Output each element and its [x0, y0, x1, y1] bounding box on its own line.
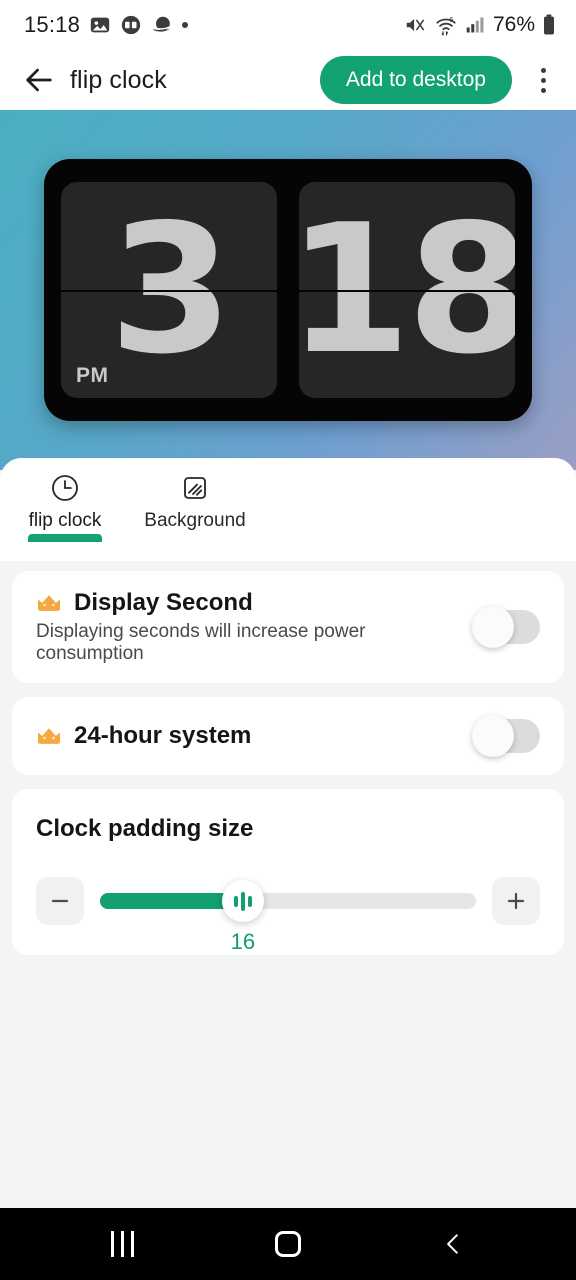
battery-percent-label: 76%: [492, 13, 535, 36]
toggle-knob: [472, 715, 514, 757]
sheet-spacer: [0, 955, 576, 1208]
setting-card-24-hour-system: 24-hour system: [12, 697, 564, 775]
status-bar: 15:18 6 76%: [0, 0, 576, 50]
saturn-icon: [151, 14, 173, 36]
setting-title: Display Second: [74, 589, 253, 616]
nav-back-button[interactable]: [418, 1218, 488, 1270]
tab-active-indicator: [28, 534, 102, 542]
app-header: flip clock Add to desktop: [0, 50, 576, 110]
setting-subtitle: Displaying seconds will increase power c…: [36, 621, 366, 664]
slider-wrap[interactable]: 16: [100, 877, 476, 954]
crown-icon: [36, 725, 62, 747]
battery-icon: [542, 14, 556, 36]
image-icon: [89, 14, 111, 36]
widget-preview-area: 3 PM 18: [0, 110, 576, 470]
increase-button[interactable]: [492, 877, 540, 925]
tab-bar: flip clock Background: [0, 458, 576, 561]
meridiem-label: PM: [76, 364, 109, 387]
back-button[interactable]: [22, 63, 56, 97]
add-to-desktop-button[interactable]: Add to desktop: [319, 56, 512, 104]
flip-clock-widget[interactable]: 3 PM 18: [44, 159, 532, 421]
setting-row: 24-hour system: [36, 697, 540, 775]
setting-text-block: 24-hour system: [36, 704, 462, 768]
mute-icon: [403, 14, 427, 36]
system-nav-bar: [0, 1208, 576, 1280]
overflow-menu-icon[interactable]: [526, 58, 560, 102]
recents-icon: [111, 1231, 135, 1257]
dot-icon: [182, 22, 189, 28]
diagonal-lines-icon: [179, 472, 211, 504]
slider-track[interactable]: [100, 893, 476, 909]
decrease-button[interactable]: [36, 877, 84, 925]
setting-title: 24-hour system: [74, 722, 252, 749]
setting-card-display-second: Display Second Displaying seconds will i…: [12, 571, 564, 683]
split-circle-icon: [120, 14, 142, 36]
tab-label: Background: [144, 510, 246, 531]
flip-divider: [61, 290, 277, 292]
slider-value-label: 16: [230, 929, 256, 954]
crown-icon: [36, 592, 62, 614]
slider-title: Clock padding size: [36, 815, 254, 842]
setting-title-line: Display Second: [36, 589, 462, 617]
flip-panel-minute: 18: [299, 182, 515, 398]
phone-screen: 15:18 6 76% flip clock Add to desktop 3 …: [0, 0, 576, 1280]
slider-thumb[interactable]: [221, 880, 264, 922]
svg-text:6: 6: [449, 15, 453, 24]
setting-text-block: Display Second Displaying seconds will i…: [36, 571, 462, 683]
setting-row: Display Second Displaying seconds will i…: [36, 571, 540, 683]
status-bar-clock: 15:18: [24, 12, 81, 37]
chevron-left-icon: [447, 1234, 459, 1254]
tab-label: flip clock: [28, 510, 102, 531]
signal-bars-icon: [465, 15, 485, 35]
clock-icon: [49, 472, 81, 504]
home-button[interactable]: [253, 1218, 323, 1270]
tab-flip-clock[interactable]: flip clock: [0, 472, 130, 542]
recents-button[interactable]: [88, 1218, 158, 1270]
setting-card-clock-padding-size: Clock padding size 16: [12, 789, 564, 955]
settings-card-list: Display Second Displaying seconds will i…: [0, 561, 576, 955]
status-bar-right: 6 76%: [403, 13, 556, 37]
display-second-toggle[interactable]: [472, 606, 540, 648]
settings-sheet: flip clock Background Display Second Dis…: [0, 458, 576, 1208]
page-title: flip clock: [70, 65, 167, 94]
setting-title-line: 24-hour system: [36, 722, 462, 750]
toggle-knob: [472, 606, 514, 648]
flip-divider: [299, 290, 515, 292]
wifi-6-icon: 6: [434, 14, 458, 36]
tab-background[interactable]: Background: [130, 472, 260, 542]
home-icon: [274, 1231, 301, 1257]
status-bar-left: 15:18: [24, 12, 189, 38]
24-hour-system-toggle[interactable]: [472, 715, 540, 757]
flip-panel-hour: 3 PM: [61, 182, 277, 398]
slider-row: 16: [36, 877, 540, 954]
